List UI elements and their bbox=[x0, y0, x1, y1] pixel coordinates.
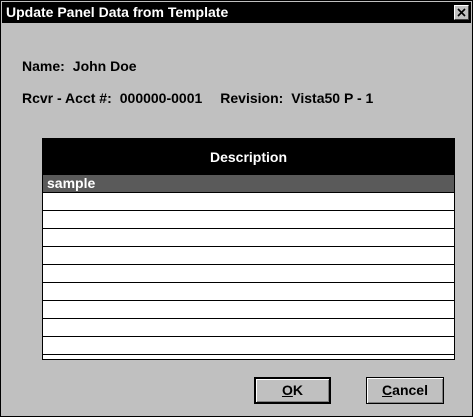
revision-label: Revision: bbox=[220, 90, 284, 106]
account-value: 000000-0001 bbox=[119, 90, 203, 106]
table-row[interactable] bbox=[43, 301, 454, 319]
table-row[interactable] bbox=[43, 283, 454, 301]
cancel-label: ancel bbox=[392, 382, 428, 398]
account-revision-field: Rcvr - Acct #: 000000-0001 Revision: Vista5… bbox=[22, 90, 373, 107]
description-grid[interactable]: Description sample bbox=[42, 138, 455, 360]
ok-button[interactable]: OK bbox=[254, 377, 331, 404]
name-label: Name: bbox=[22, 58, 65, 74]
update-panel-dialog: Update Panel Data from Template Name: Joh… bbox=[0, 0, 473, 417]
table-row[interactable]: sample bbox=[43, 175, 454, 193]
ok-accelerator: O bbox=[281, 382, 293, 398]
close-button[interactable] bbox=[454, 5, 469, 20]
table-row[interactable] bbox=[43, 247, 454, 265]
ok-label: K bbox=[292, 382, 303, 398]
window-title: Update Panel Data from Template bbox=[6, 4, 229, 20]
table-row[interactable] bbox=[43, 265, 454, 283]
table-row[interactable] bbox=[43, 193, 454, 211]
account-label: Rcvr - Acct #: bbox=[22, 90, 112, 106]
close-icon bbox=[457, 8, 466, 17]
description-column-header[interactable]: Description bbox=[43, 139, 454, 175]
cancel-button[interactable]: Cancel bbox=[366, 377, 444, 404]
table-row[interactable] bbox=[43, 229, 454, 247]
cancel-accelerator: C bbox=[382, 382, 393, 398]
table-row[interactable] bbox=[43, 211, 454, 229]
revision-value: Vista50 P - 1 bbox=[291, 90, 374, 106]
name-value: John Doe bbox=[72, 58, 137, 74]
table-row[interactable] bbox=[43, 337, 454, 355]
name-field: Name: John Doe bbox=[22, 58, 137, 75]
table-row[interactable] bbox=[43, 319, 454, 337]
title-bar[interactable]: Update Panel Data from Template bbox=[2, 2, 471, 23]
